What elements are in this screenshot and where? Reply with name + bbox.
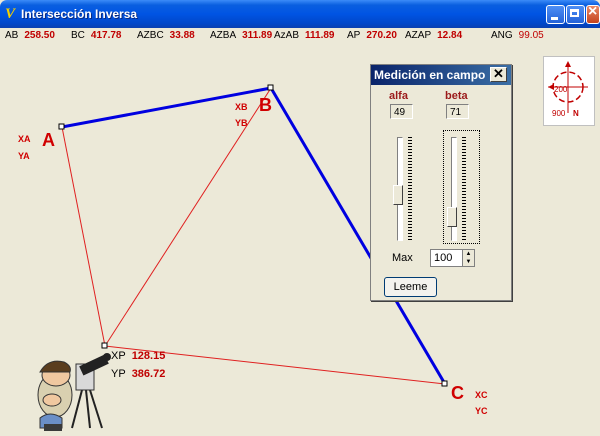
alfa-label: alfa bbox=[389, 90, 408, 102]
point-p-y: YP 386.72 bbox=[111, 368, 166, 380]
leeme-button[interactable]: Leeme bbox=[384, 277, 437, 297]
max-spinner[interactable]: 100 ▲ ▼ bbox=[430, 249, 475, 267]
point-b-marker[interactable] bbox=[267, 84, 274, 91]
alfa-slider-ticks bbox=[408, 137, 412, 241]
beta-label: beta bbox=[445, 90, 468, 102]
point-a-x-label: XA bbox=[18, 134, 31, 144]
spin-up-icon[interactable]: ▲ bbox=[462, 250, 474, 258]
max-spinner-value: 100 bbox=[434, 252, 453, 264]
surveyor-icon bbox=[37, 353, 111, 431]
dialog-close-button[interactable]: ✕ bbox=[490, 67, 507, 82]
point-b-label: B bbox=[259, 95, 272, 115]
spin-down-icon[interactable]: ▼ bbox=[462, 258, 474, 266]
dialog-title-bar[interactable]: Medición en campo ✕ bbox=[371, 65, 511, 85]
point-c-y-label: YC bbox=[475, 406, 488, 416]
compass-north-label: N bbox=[573, 109, 579, 118]
alfa-slider-thumb[interactable] bbox=[393, 185, 403, 205]
beta-slider-thumb[interactable] bbox=[447, 207, 457, 227]
alfa-value-field: 49 bbox=[390, 104, 413, 119]
compass-widget: 200 900 N bbox=[543, 56, 595, 126]
dialog-title: Medición en campo bbox=[374, 68, 486, 82]
point-c-label: C bbox=[451, 383, 464, 403]
beta-slider-ticks bbox=[462, 137, 466, 241]
point-a-label: A bbox=[42, 130, 55, 150]
point-c-x-label: XC bbox=[475, 390, 488, 400]
point-b-x-label: XB bbox=[235, 102, 248, 112]
max-label: Max bbox=[392, 252, 413, 264]
beta-value-field: 71 bbox=[446, 104, 469, 119]
line-ap bbox=[61, 126, 106, 347]
point-a-y-label: YA bbox=[18, 151, 30, 161]
compass-value-top: 200 bbox=[554, 85, 568, 94]
point-p-marker[interactable] bbox=[101, 342, 108, 349]
compass-value-bottom: 900 bbox=[552, 109, 566, 118]
point-p-x: XP 128.15 bbox=[111, 350, 166, 362]
point-b-y-label: YB bbox=[235, 118, 248, 128]
point-a-marker[interactable] bbox=[58, 123, 65, 130]
point-c-marker[interactable] bbox=[441, 380, 448, 387]
